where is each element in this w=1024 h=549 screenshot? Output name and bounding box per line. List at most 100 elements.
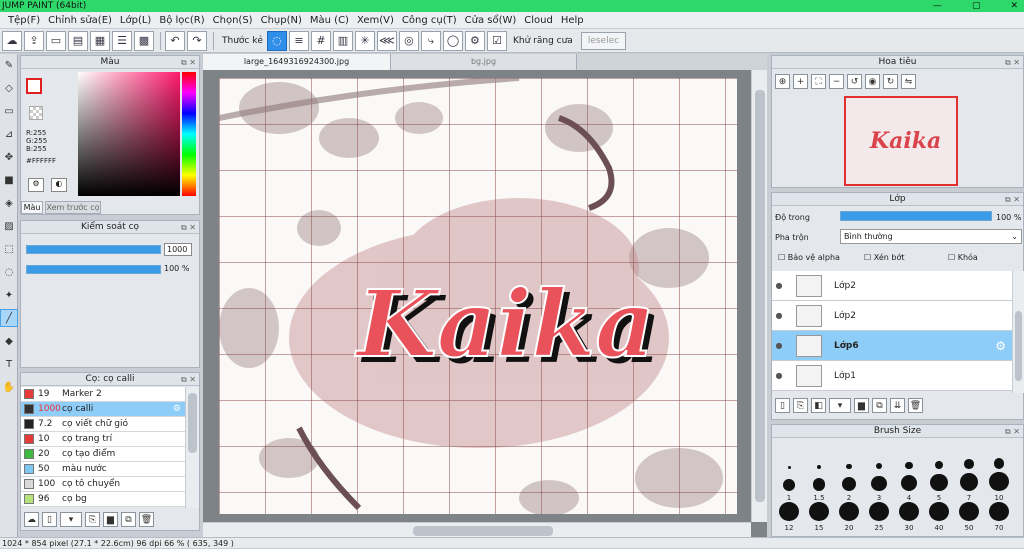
grid-ruler-icon[interactable]: # <box>310 30 331 51</box>
tab-bg-jpg[interactable]: bg.jpg <box>391 54 577 70</box>
menu-cloud[interactable]: Cloud <box>524 15 553 26</box>
brush-item[interactable]: 96 cọ bg <box>21 492 185 507</box>
document-icon[interactable]: ▦ <box>90 30 110 51</box>
fit-icon[interactable]: ⛶ <box>811 74 826 89</box>
brush-item[interactable]: 50 màu nước <box>21 462 185 477</box>
canvas-v-scrollbar[interactable] <box>751 70 767 522</box>
menu-window[interactable]: Cửa sổ(W) <box>465 15 517 26</box>
select-button[interactable]: leselec <box>580 31 627 50</box>
zoom-in-icon[interactable]: + <box>793 74 808 89</box>
brush-size-cell[interactable]: 25 <box>864 502 894 532</box>
panel-controls[interactable]: ⧉ ✕ <box>1005 425 1020 438</box>
brush-item[interactable]: 1000 cọ calli ⚙ <box>21 402 185 417</box>
layer-merge-icon[interactable]: ⇊ <box>890 398 905 413</box>
menu-capture[interactable]: Chụp(N) <box>261 15 302 26</box>
panel-controls[interactable]: ⧉ ✕ <box>1005 56 1020 69</box>
layer-duplicate-icon[interactable]: ⧉ <box>872 398 887 413</box>
brush-size-cell[interactable]: 3 <box>864 472 894 502</box>
brush-size-cell[interactable] <box>984 442 1014 472</box>
rotate-left-icon[interactable]: ↺ <box>847 74 862 89</box>
new-layer-copy-icon[interactable]: ⎘ <box>793 398 808 413</box>
eraser-tool-icon[interactable]: ◇ <box>1 80 17 96</box>
rect-select-icon[interactable]: ▭ <box>1 103 17 119</box>
zoom-icon[interactable]: ⊕ <box>775 74 790 89</box>
menu-file[interactable]: Tệp(F) <box>8 15 40 26</box>
layer-row[interactable]: ● Lớp2 <box>772 301 1012 331</box>
comment-icon[interactable]: ▭ <box>46 30 66 51</box>
primary-color-swatch[interactable] <box>26 78 42 94</box>
brush-item[interactable]: 10 cọ trang trí <box>21 432 185 447</box>
curve-ruler-icon[interactable]: ⤷ <box>420 30 441 51</box>
layer-row[interactable]: ● Lớp2 <box>772 271 1012 301</box>
concentric-ruler-icon[interactable]: ◎ <box>398 30 419 51</box>
rotate-right-icon[interactable]: ↻ <box>883 74 898 89</box>
brush-size-cell[interactable]: 15 <box>804 502 834 532</box>
brush-size-cell[interactable]: 2 <box>834 472 864 502</box>
lock-checkbox[interactable]: ☐ Khóa <box>948 253 978 262</box>
saturation-value-field[interactable] <box>78 72 180 196</box>
undo-icon[interactable]: ↶ <box>165 30 185 51</box>
radial-focus-icon[interactable]: ⋘ <box>376 30 397 51</box>
minimize-button[interactable]: — <box>933 0 942 12</box>
panel-controls[interactable]: ⧉ ✕ <box>181 373 196 386</box>
lasso-icon[interactable]: ◌ <box>1 264 17 280</box>
color-palette-icon[interactable]: ◐ <box>51 178 67 192</box>
cross-ruler-icon[interactable]: ▥ <box>332 30 353 51</box>
brush-size-slider[interactable] <box>26 245 161 254</box>
brush-size-cell[interactable] <box>834 442 864 472</box>
brush-size-cell[interactable]: 1 <box>774 472 804 502</box>
brush-tool-icon[interactable]: ╱ <box>0 309 18 327</box>
tab-brush-preview[interactable]: Xem trước cọ <box>45 201 101 214</box>
brush-add-menu-icon[interactable]: ▾ <box>60 512 82 527</box>
menu-color[interactable]: Màu (C) <box>310 15 349 26</box>
maximize-button[interactable]: ▢ <box>972 0 981 12</box>
menu-view[interactable]: Xem(V) <box>357 15 394 26</box>
color-picker-icon[interactable]: ⚙ <box>28 178 44 192</box>
list-icon[interactable]: ☰ <box>112 30 132 51</box>
bucket-tool-icon[interactable]: ◈ <box>1 195 17 211</box>
brush-size-cell[interactable]: 7 <box>954 472 984 502</box>
fill-rect-icon[interactable]: ■ <box>1 172 17 188</box>
brush-size-cell[interactable]: 70 <box>984 502 1014 532</box>
brush-item[interactable]: 7.2 cọ viết chữ gió <box>21 417 185 432</box>
move-tool-icon[interactable]: ✥ <box>1 149 17 165</box>
brush-size-cell[interactable] <box>954 442 984 472</box>
zoom-out-icon[interactable]: − <box>829 74 844 89</box>
tab-color[interactable]: Màu <box>21 201 43 214</box>
brush-size-cell[interactable] <box>804 442 834 472</box>
brush-size-cell[interactable]: 4 <box>894 472 924 502</box>
magic-wand-icon[interactable]: ✦ <box>1 287 17 303</box>
canvas-h-scrollbar[interactable] <box>203 522 751 538</box>
brush-opacity-slider[interactable] <box>26 265 161 274</box>
brush-item[interactable]: 19 Marker 2 <box>21 387 185 402</box>
grid-tool-icon[interactable]: ▩ <box>134 30 154 51</box>
navigator-preview[interactable]: Kaika <box>844 96 958 186</box>
panel-controls[interactable]: ⧉ ✕ <box>1005 193 1020 206</box>
menu-tools[interactable]: Công cụ(T) <box>402 15 457 26</box>
brush-size-cell[interactable]: 40 <box>924 502 954 532</box>
close-button[interactable]: ✕ <box>1010 0 1018 12</box>
brush-size-value[interactable]: 1000 <box>164 243 192 256</box>
panel-controls[interactable]: ⧉ ✕ <box>181 221 196 234</box>
brush-item[interactable]: 20 cọ tạo điểm <box>21 447 185 462</box>
parallel-ruler-icon[interactable]: ≡ <box>288 30 309 51</box>
flip-icon[interactable]: ⇋ <box>901 74 916 89</box>
menu-filter[interactable]: Bộ lọc(R) <box>159 15 204 26</box>
brush-size-cell[interactable] <box>864 442 894 472</box>
marquee-icon[interactable]: ⬚ <box>1 241 17 257</box>
ruler-settings-icon[interactable]: ⚙ <box>464 30 485 51</box>
blur-eraser-icon[interactable]: ◆ <box>1 333 17 349</box>
visibility-icon[interactable]: ● <box>772 281 786 290</box>
brush-size-cell[interactable]: 1.5 <box>804 472 834 502</box>
layer-opacity-slider[interactable] <box>840 211 992 221</box>
hue-slider[interactable] <box>182 72 196 196</box>
drawing-canvas[interactable]: Kaika Kaika <box>219 78 737 514</box>
protect-alpha-checkbox[interactable]: ☐ Bảo vệ alpha <box>778 253 840 262</box>
gear-icon[interactable]: ⚙ <box>173 404 181 414</box>
transparent-swatch[interactable] <box>29 106 43 120</box>
menu-edit[interactable]: Chỉnh sửa(E) <box>48 15 112 26</box>
layer-mask-icon[interactable]: ◧ <box>811 398 826 413</box>
eyedropper-icon[interactable]: ⊿ <box>1 126 17 142</box>
gradient-tool-icon[interactable]: ▨ <box>1 218 17 234</box>
brush-list-scrollbar[interactable] <box>185 387 199 508</box>
